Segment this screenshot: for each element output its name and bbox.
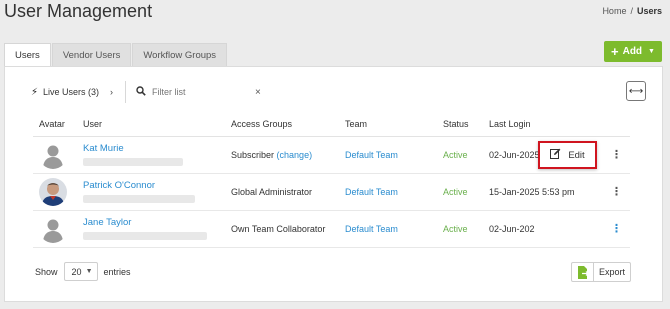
- tab-bar: Users Vendor Users Workflow Groups: [4, 43, 228, 68]
- tab-workflow-groups[interactable]: Workflow Groups: [132, 43, 228, 67]
- edit-label: Edit: [568, 149, 585, 161]
- expand-columns-button[interactable]: ⟷: [626, 81, 646, 101]
- change-access-link[interactable]: (change): [277, 150, 313, 160]
- team-link[interactable]: Default Team: [345, 224, 398, 234]
- status-badge: Active: [443, 149, 468, 160]
- status-badge: Active: [443, 223, 468, 234]
- redacted-email: [83, 232, 207, 240]
- status-badge: Active: [443, 186, 468, 197]
- search-icon: [136, 85, 146, 99]
- access-group-label: Global Administrator: [231, 186, 313, 197]
- live-users-label: Live Users (3): [43, 87, 100, 97]
- header-last-login[interactable]: Last Login: [489, 114, 603, 137]
- toolbar-divider: [125, 81, 127, 103]
- edit-menu-item[interactable]: Edit: [538, 141, 597, 169]
- users-table: Avatar User Access Groups Team Status La…: [33, 114, 630, 248]
- avatar: [39, 177, 67, 206]
- header-actions: [603, 114, 630, 137]
- user-name-link[interactable]: Kat Murie: [83, 143, 231, 154]
- last-login-value: 15-Jan-2025 5:53 pm: [489, 186, 575, 197]
- arrows-horizontal-icon: ⟷: [628, 85, 644, 97]
- last-login-value: 02-Jun-202: [489, 223, 535, 234]
- filter-input[interactable]: [152, 87, 248, 97]
- tab-vendor-users[interactable]: Vendor Users: [51, 43, 132, 67]
- team-link[interactable]: Default Team: [345, 187, 398, 197]
- chevron-right-icon: ›: [110, 87, 114, 97]
- toolbar: ⚡ Live Users (3) › ×: [31, 81, 266, 103]
- kebab-menu-icon[interactable]: ⋮: [611, 223, 622, 235]
- tab-users[interactable]: Users: [4, 43, 51, 68]
- users-panel: ⚡ Live Users (3) › × ⟷ Avatar User Acces…: [4, 66, 663, 302]
- export-label: Export: [598, 267, 625, 277]
- redacted-email: [83, 158, 183, 166]
- file-export-icon: [572, 263, 594, 281]
- user-name-link[interactable]: Jane Taylor: [83, 217, 231, 228]
- chevron-down-icon: ▼: [648, 48, 655, 55]
- breadcrumb-current: Users: [636, 6, 662, 16]
- page-size-select[interactable]: 20 ▼: [63, 262, 98, 281]
- breadcrumb-home-link[interactable]: Home: [602, 6, 626, 16]
- chevron-down-icon: ▼: [85, 268, 93, 275]
- access-groups-cell: Global Administrator: [231, 173, 345, 211]
- page-size-control: Show 20 ▼ entries: [35, 262, 131, 281]
- page-size-value: 20: [71, 266, 82, 277]
- redacted-email: [83, 195, 195, 203]
- lightning-icon: ⚡: [31, 86, 39, 98]
- access-group-label: Subscriber: [231, 149, 275, 160]
- clear-filter-icon[interactable]: ×: [255, 87, 261, 98]
- kebab-menu-icon[interactable]: ⋮: [611, 149, 622, 161]
- page-title: User Management: [4, 1, 153, 21]
- team-link[interactable]: Default Team: [345, 150, 398, 160]
- search-box: ×: [136, 85, 266, 99]
- live-users-button[interactable]: ⚡ Live Users (3) ›: [31, 87, 113, 98]
- add-button-label: Add: [622, 46, 643, 57]
- avatar: [39, 214, 67, 243]
- header-avatar: Avatar: [33, 114, 83, 137]
- edit-icon: [550, 148, 561, 162]
- access-groups-cell: Own Team Collaborator: [231, 210, 345, 248]
- add-button[interactable]: + Add ▼: [604, 41, 662, 62]
- header-team[interactable]: Team: [345, 114, 443, 137]
- header-user[interactable]: User: [83, 114, 231, 137]
- access-group-label: Own Team Collaborator: [231, 223, 326, 234]
- user-name-link[interactable]: Patrick O'Connor: [83, 180, 231, 191]
- kebab-menu-icon[interactable]: ⋮: [611, 186, 622, 198]
- table-row: Jane Taylor Own Team Collaborator Defaul…: [33, 210, 630, 248]
- access-groups-cell: Subscriber (change): [231, 136, 345, 174]
- breadcrumb: Home / Users: [602, 6, 662, 16]
- show-label: Show: [35, 266, 58, 277]
- avatar: [39, 140, 67, 169]
- export-button[interactable]: Export: [571, 262, 631, 282]
- header-access-groups[interactable]: Access Groups: [231, 114, 345, 137]
- entries-label: entries: [103, 266, 131, 277]
- plus-icon: +: [611, 44, 619, 59]
- header-status[interactable]: Status: [443, 114, 489, 137]
- breadcrumb-separator: /: [630, 6, 633, 16]
- table-header-row: Avatar User Access Groups Team Status La…: [33, 114, 630, 137]
- table-row: Patrick O'Connor Global Administrator De…: [33, 173, 630, 211]
